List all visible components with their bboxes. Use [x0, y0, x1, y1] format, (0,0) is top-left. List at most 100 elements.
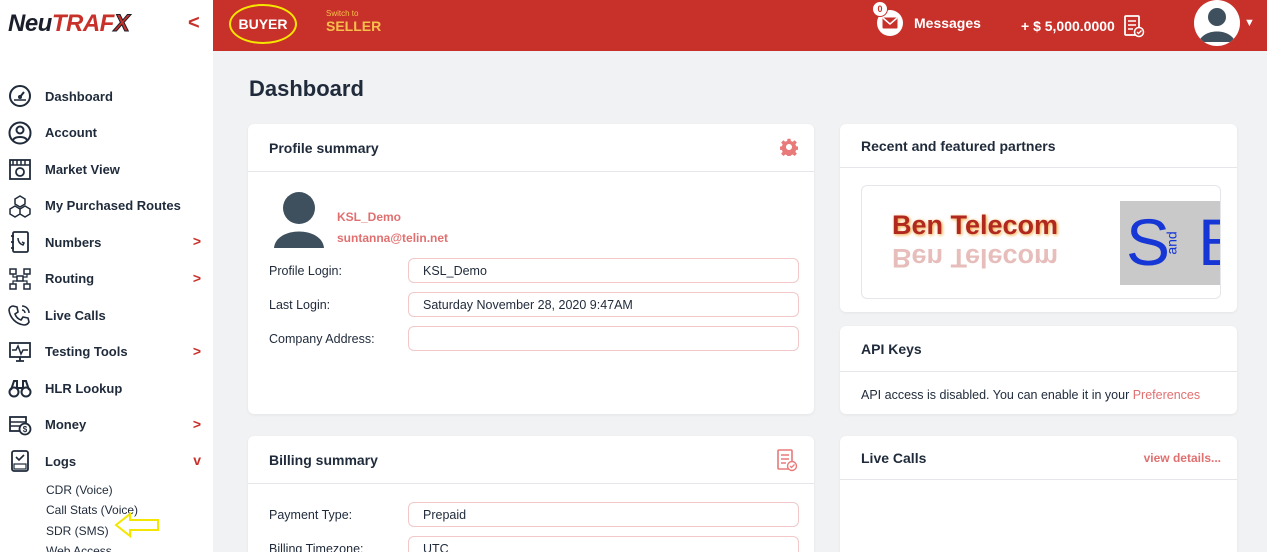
- logo[interactable]: NeuTRAFX: [8, 10, 130, 38]
- sidebar-item-hlr-lookup[interactable]: HLR Lookup: [0, 370, 213, 407]
- logo-neu: Neu: [8, 10, 52, 37]
- sidebar-nav: Dashboard Account Market View My Purchas…: [0, 78, 213, 552]
- user-avatar[interactable]: [1194, 0, 1240, 46]
- partner-logo-s-and-b[interactable]: S and B: [1120, 201, 1220, 285]
- invoice-icon: [1123, 15, 1145, 38]
- svg-text:$: $: [23, 425, 28, 434]
- profile-summary-header: Profile summary: [248, 124, 814, 172]
- gear-icon[interactable]: [779, 138, 799, 159]
- view-details-link[interactable]: view details...: [1144, 451, 1221, 465]
- messages-label: Messages: [914, 15, 981, 31]
- last-login-row: Last Login: Saturday November 28, 2020 9…: [269, 292, 799, 317]
- billing-timezone-row: Billing Timezone: UTC: [269, 536, 799, 552]
- sidebar: NeuTRAFX < Dashboard Account Market View…: [0, 0, 213, 552]
- topbar: BUYER Switch to SELLER 0 Messages + $ 5,…: [213, 0, 1267, 51]
- sidebar-item-purchased-routes[interactable]: My Purchased Routes: [0, 188, 213, 225]
- sidebar-item-label: Testing Tools: [45, 344, 128, 360]
- api-keys-message: API access is disabled. You can enable i…: [861, 388, 1200, 402]
- balance-amount: + $ 5,000.0000: [1021, 18, 1115, 34]
- profile-email: suntanna@telin.net: [337, 231, 449, 245]
- collapse-sidebar-button[interactable]: <: [188, 12, 200, 35]
- profile-summary-card: Profile summary KSL_Demo suntanna@telin.…: [248, 124, 814, 414]
- card-title: Recent and featured partners: [861, 137, 1056, 154]
- card-title: Profile summary: [269, 139, 379, 156]
- sidebar-item-dashboard[interactable]: Dashboard: [0, 78, 213, 115]
- partners-carousel[interactable]: Ben Telecom Ben Telecom S and B: [861, 185, 1221, 299]
- logo-word-and: and: [1163, 231, 1180, 255]
- sidebar-item-account[interactable]: Account: [0, 115, 213, 152]
- money-icon: $: [6, 412, 34, 438]
- profile-login-row: Profile Login: KSL_Demo: [269, 258, 799, 283]
- live-calls-header: Live Calls view details...: [840, 436, 1237, 480]
- last-login-field[interactable]: Saturday November 28, 2020 9:47AM: [408, 292, 799, 317]
- chevron-right-icon: >: [192, 233, 201, 249]
- user-silhouette-icon: [1195, 1, 1239, 45]
- chevron-right-icon: >: [192, 269, 201, 286]
- field-label: Company Address:: [269, 331, 375, 346]
- chevron-down-icon: v: [193, 452, 201, 468]
- live-calls-card: Live Calls view details...: [840, 436, 1237, 552]
- annotation-arrow-icon: [114, 512, 159, 538]
- api-keys-text: API access is disabled. You can enable i…: [861, 388, 1130, 402]
- sidebar-item-numbers[interactable]: Numbers >: [0, 224, 213, 261]
- cubes-icon: [6, 193, 34, 219]
- card-title: Live Calls: [861, 449, 927, 466]
- sidebar-item-routing[interactable]: Routing >: [0, 261, 213, 298]
- sidebar-item-label: Market View: [45, 161, 120, 177]
- invoice-icon[interactable]: [776, 448, 798, 475]
- sidebar-item-testing-tools[interactable]: Testing Tools >: [0, 334, 213, 371]
- logs-submenu: CDR (Voice) Call Stats (Voice) SDR (SMS)…: [0, 480, 213, 552]
- sidebar-item-label: Live Calls: [45, 307, 106, 323]
- switch-to-label: Switch to: [326, 9, 359, 18]
- preferences-link[interactable]: Preferences: [1133, 388, 1200, 402]
- sidebar-item-market-view[interactable]: Market View: [0, 151, 213, 188]
- balance-display[interactable]: + $ 5,000.0000: [1021, 14, 1145, 38]
- sidebar-item-logs[interactable]: Logs v: [0, 443, 213, 480]
- sidebar-item-label: My Purchased Routes: [45, 198, 181, 214]
- sidebar-item-money[interactable]: $ Money >: [0, 407, 213, 444]
- sidebar-item-label: Routing: [45, 271, 95, 287]
- chevron-right-icon: >: [192, 342, 201, 359]
- logo-letter-b: B: [1198, 207, 1220, 277]
- messages-count-badge: 0: [872, 1, 888, 17]
- card-title: Billing summary: [269, 451, 378, 468]
- user-circle-icon: [6, 120, 34, 146]
- submenu-item-cdr-voice[interactable]: CDR (Voice): [46, 480, 213, 501]
- field-label: Billing Timezone:: [269, 541, 364, 552]
- sidebar-item-label: Money: [45, 417, 87, 433]
- log-file-icon: [6, 448, 34, 474]
- switch-to-seller-button[interactable]: Switch to SELLER: [326, 9, 381, 36]
- network-icon: [6, 266, 34, 292]
- sidebar-item-label: Account: [45, 125, 97, 141]
- page-title: Dashboard: [249, 76, 364, 101]
- partners-header: Recent and featured partners: [840, 124, 1237, 168]
- messages-button[interactable]: 0 Messages: [872, 1, 981, 36]
- company-address-field[interactable]: [408, 326, 799, 351]
- sidebar-item-label: Dashboard: [45, 88, 113, 104]
- partner-logo-reflection: Ben Telecom: [892, 243, 1059, 273]
- api-keys-card: API Keys API access is disabled. You can…: [840, 326, 1237, 414]
- partner-logo-ben-telecom[interactable]: Ben Telecom: [892, 210, 1058, 241]
- submenu-item-web-access[interactable]: Web Access: [46, 541, 213, 552]
- billing-timezone-field[interactable]: UTC: [408, 536, 799, 552]
- sidebar-item-label: HLR Lookup: [45, 380, 123, 396]
- card-title: API Keys: [861, 340, 922, 357]
- profile-login-field[interactable]: KSL_Demo: [408, 258, 799, 283]
- seller-label: SELLER: [326, 18, 382, 34]
- company-address-row: Company Address:: [269, 326, 799, 351]
- caret-down-icon[interactable]: ▼: [1244, 17, 1255, 29]
- buyer-mode-button[interactable]: BUYER: [229, 4, 297, 44]
- profile-avatar: [272, 190, 326, 253]
- logo-traf: TRAF: [51, 10, 114, 37]
- field-label: Last Login:: [269, 297, 331, 312]
- monitor-test-icon: [6, 339, 34, 365]
- binoculars-icon: [6, 375, 34, 401]
- billing-summary-card: Billing summary Payment Type: Prepaid Bi…: [248, 436, 814, 552]
- payment-type-field[interactable]: Prepaid: [408, 502, 799, 527]
- field-label: Payment Type:: [269, 507, 353, 522]
- sidebar-item-live-calls[interactable]: Live Calls: [0, 297, 213, 334]
- logo-x: X: [113, 10, 130, 38]
- phone-call-icon: [6, 302, 34, 328]
- api-keys-header: API Keys: [840, 326, 1237, 372]
- speedometer-icon: [6, 83, 34, 109]
